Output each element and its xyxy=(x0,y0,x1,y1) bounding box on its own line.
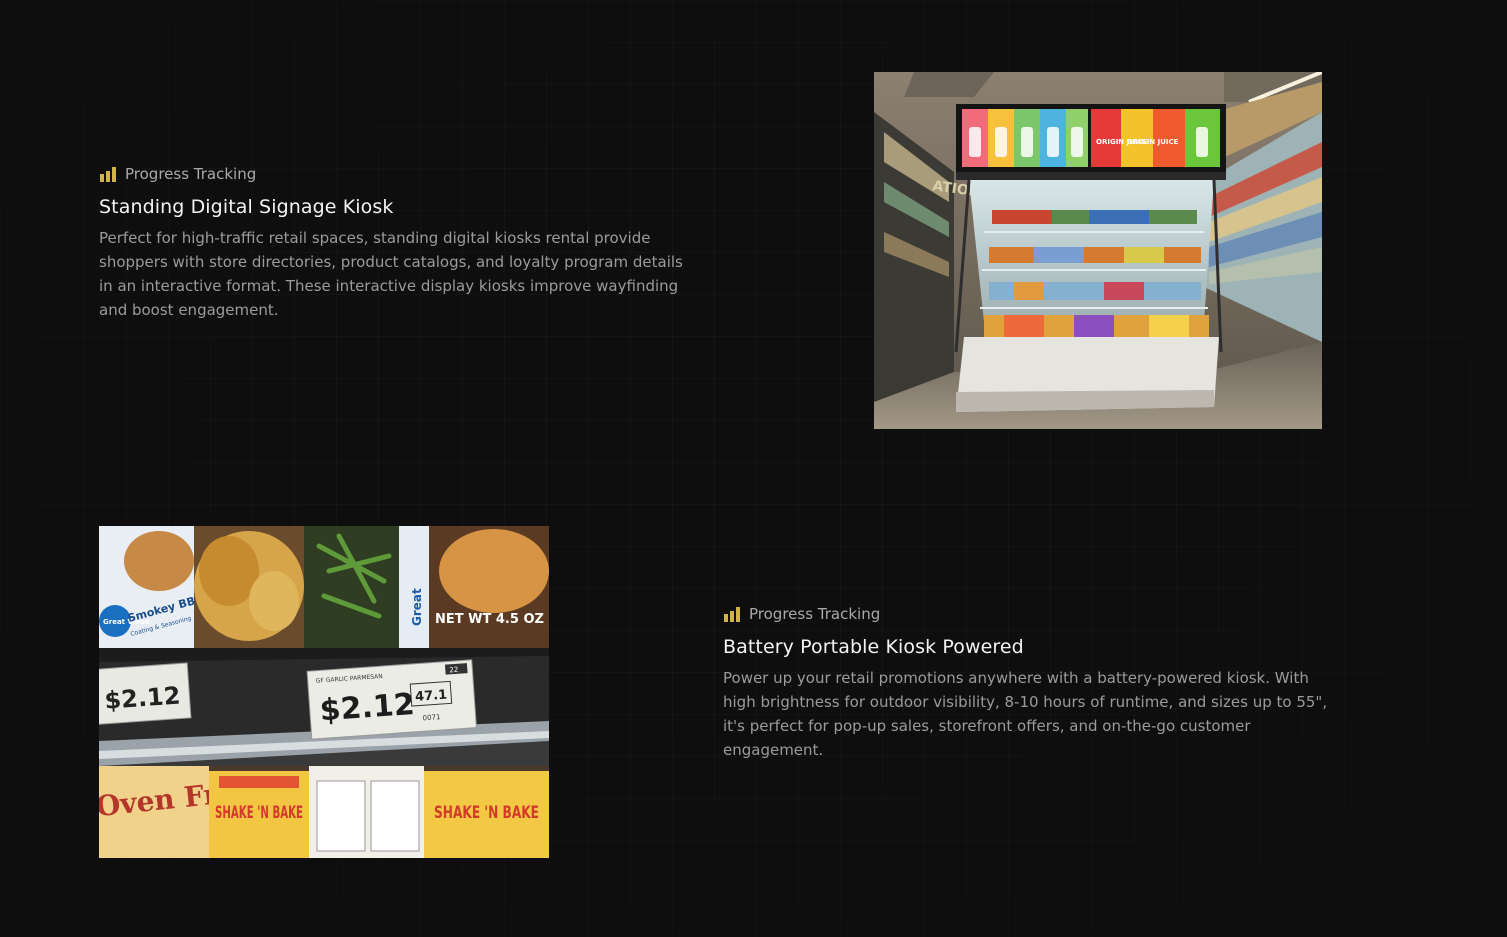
feature-2-image-box-2: SHAKE 'N BAKE xyxy=(215,803,303,823)
feature-2-image-tag-code: 0071 xyxy=(422,713,440,722)
feature-2-image-price-1: $2.12 xyxy=(104,682,182,715)
feature-1-image-label-2: ORIGIN JUICE xyxy=(1127,138,1179,146)
feature-2-image-box-3: SHAKE 'N BAKE xyxy=(434,803,539,823)
feature-1-title: Standing Digital Signage Kiosk xyxy=(99,196,394,218)
feature-2-title: Battery Portable Kiosk Powered xyxy=(723,636,1024,658)
feature-2-badge-label: Progress Tracking xyxy=(749,605,881,623)
feature-2-text: Progress Tracking Battery Portable Kiosk… xyxy=(723,604,1333,762)
feature-1-badge-label: Progress Tracking xyxy=(125,165,257,183)
feature-2-image-tag-num: 22 xyxy=(449,666,458,675)
bar-chart-icon xyxy=(724,606,740,622)
bar-chart-icon xyxy=(100,166,116,182)
feature-2-image-price-2: $2.12 xyxy=(319,687,416,729)
feature-1-description: Perfect for high-traffic retail spaces, … xyxy=(99,229,683,319)
feature-1-image: ATION ORIGIN JUICE ORIGIN JUICE xyxy=(874,72,1322,429)
feature-2-badge: Progress Tracking xyxy=(723,604,1333,624)
feature-section: Progress Tracking Standing Digital Signa… xyxy=(0,0,1507,937)
feature-1-text: Progress Tracking Standing Digital Signa… xyxy=(99,164,699,322)
svg-text:Great: Great xyxy=(410,588,424,626)
feature-1-badge: Progress Tracking xyxy=(99,164,699,184)
feature-2-description: Power up your retail promotions anywhere… xyxy=(723,669,1328,759)
feature-2-image-net-wt: NET WT 4.5 OZ (128 xyxy=(435,612,549,627)
feature-2-image-unit-price: 47.1 xyxy=(415,688,448,705)
feature-2-image: Great Value Smokey BBQ Coating & Seasoni… xyxy=(99,526,549,858)
